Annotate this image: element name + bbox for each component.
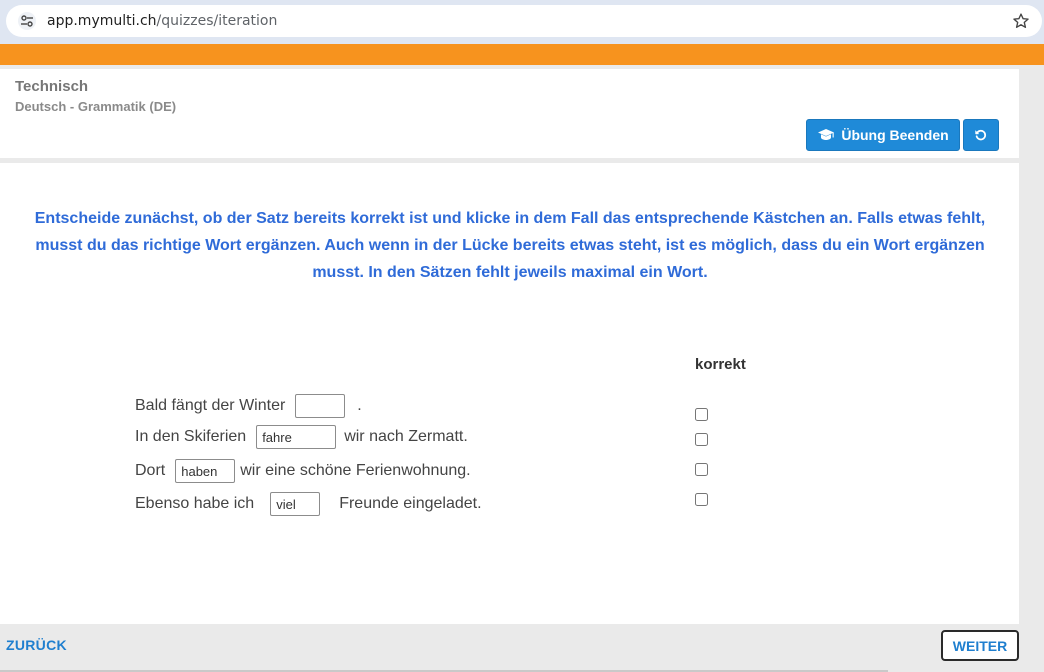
next-button[interactable]: WEITER xyxy=(941,630,1019,661)
course-subtitle: Deutsch - Grammatik (DE) xyxy=(15,99,177,114)
address-bar[interactable]: app.mymulti.ch/quizzes/iteration xyxy=(6,5,1042,37)
sentence-text-before: In den Skiferien xyxy=(135,428,247,445)
url-path: /quizzes/iteration xyxy=(156,13,278,29)
course-title: Technisch xyxy=(15,78,89,95)
gap-input[interactable] xyxy=(270,492,321,516)
brand-strip xyxy=(0,44,1044,65)
sentence-text-before: Dort xyxy=(135,462,166,479)
sentence-text-after: Freunde eingeladet. xyxy=(339,495,482,512)
quiz-content: Entscheide zunächst, ob der Satz bereits… xyxy=(0,163,1019,624)
back-button[interactable]: ZURÜCK xyxy=(6,637,67,653)
sentence-row: Ebenso habe ich Freunde eingeladet. xyxy=(135,492,482,516)
url-text[interactable]: app.mymulti.ch/quizzes/iteration xyxy=(47,13,277,29)
gap-input[interactable] xyxy=(175,459,236,483)
sentence-text-after: wir eine schöne Ferienwohnung. xyxy=(240,462,471,479)
browser-toolbar: app.mymulti.ch/quizzes/iteration xyxy=(0,0,1044,44)
sentence-text-after: wir nach Zermatt. xyxy=(344,428,468,445)
reset-button[interactable] xyxy=(963,119,999,151)
bookmark-star-icon[interactable] xyxy=(1010,10,1032,32)
quiz-header: Technisch Deutsch - Grammatik (DE) Übung… xyxy=(0,69,1019,158)
sentence-row: Bald fängt der Winter . xyxy=(135,394,362,418)
sentence-text-before: Bald fängt der Winter xyxy=(135,397,286,414)
end-exercise-button[interactable]: Übung Beenden xyxy=(806,119,960,151)
sentence-text-after: . xyxy=(357,397,362,414)
quiz-footer: ZURÜCK WEITER xyxy=(0,624,1044,672)
gap-input[interactable] xyxy=(256,425,337,449)
site-settings-icon[interactable] xyxy=(18,12,36,30)
sentence-row: In den Skiferien wir nach Zermatt. xyxy=(135,425,468,449)
instructions-text: Entscheide zunächst, ob der Satz bereits… xyxy=(34,210,986,281)
correct-checkbox[interactable] xyxy=(695,463,708,476)
reset-icon xyxy=(975,129,987,141)
correct-checkbox[interactable] xyxy=(695,493,708,506)
sentence-row: Dort wir eine schöne Ferienwohnung. xyxy=(135,459,471,483)
url-host: app.mymulti.ch xyxy=(47,13,157,29)
gap-input[interactable] xyxy=(295,394,346,418)
correct-checkbox[interactable] xyxy=(695,408,708,421)
sentence-text-before: Ebenso habe ich xyxy=(135,495,255,512)
end-exercise-label: Übung Beenden xyxy=(841,127,949,143)
graduation-cap-icon xyxy=(818,129,835,140)
correct-checkbox[interactable] xyxy=(695,433,708,446)
correct-column-header: korrekt xyxy=(695,356,746,373)
